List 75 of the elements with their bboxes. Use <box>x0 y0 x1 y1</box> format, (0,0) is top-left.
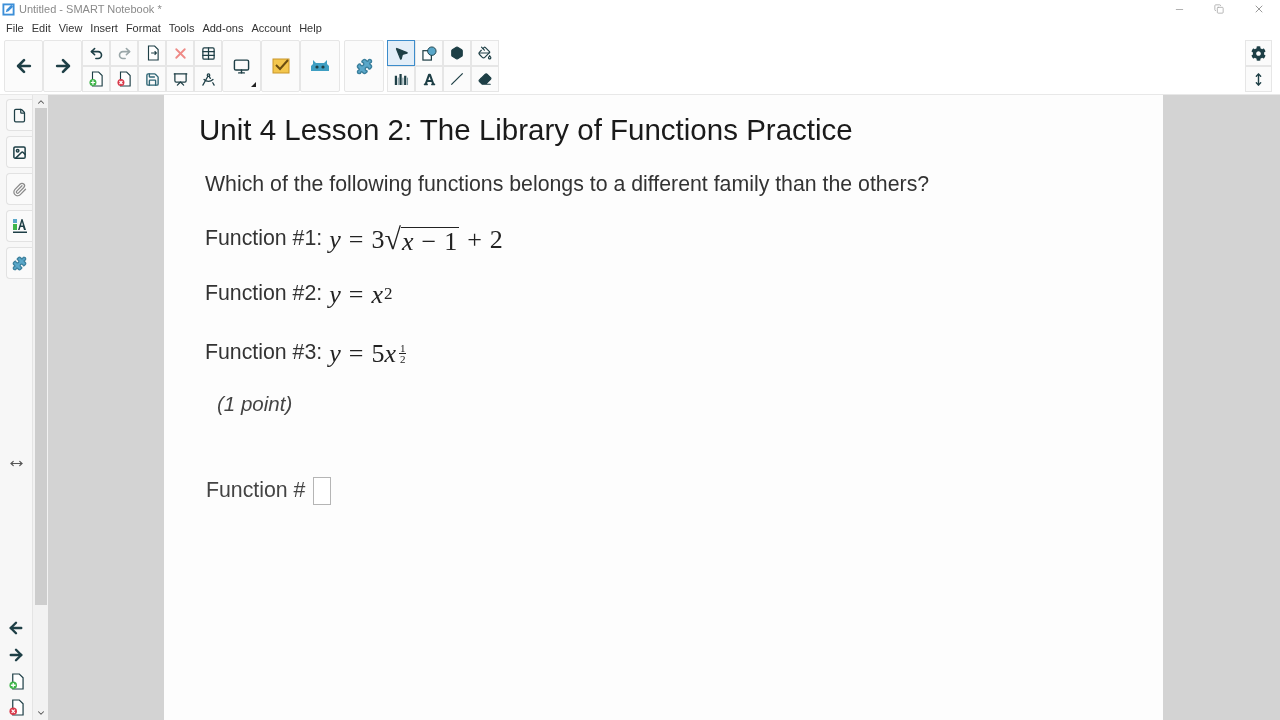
undo-button[interactable] <box>82 40 110 66</box>
page-icon <box>12 107 27 123</box>
table-icon <box>200 45 216 61</box>
restore-icon <box>1213 4 1224 14</box>
save-button[interactable] <box>138 66 166 92</box>
question-text: Which of the following functions belongs to a different family than the others? <box>205 171 930 198</box>
previous-page-icon[interactable] <box>7 619 25 637</box>
insert-page-button[interactable] <box>138 40 166 66</box>
menu-item[interactable]: Tools <box>164 19 199 36</box>
menu-item[interactable]: Insert <box>86 19 122 36</box>
gallery-tab[interactable] <box>6 136 32 168</box>
save-icon <box>144 71 160 87</box>
menu-item[interactable]: Edit <box>27 19 55 36</box>
function-text: Function #2: y = x2 <box>205 278 393 311</box>
settings-button[interactable] <box>1245 40 1272 66</box>
response-button[interactable] <box>261 40 300 92</box>
pens-icon <box>393 72 409 86</box>
properties-tab[interactable] <box>6 210 32 242</box>
redo-icon <box>116 45 132 61</box>
forward-button[interactable] <box>43 40 82 92</box>
dropdown-corner-icon <box>251 82 256 87</box>
settings-icon <box>1251 45 1266 61</box>
checkbox-icon <box>271 58 290 74</box>
hexagon-icon <box>450 46 464 60</box>
menu-item[interactable]: File <box>2 19 28 36</box>
add-ons-button[interactable] <box>344 40 384 92</box>
back-button[interactable] <box>4 40 43 92</box>
paperclip-icon <box>12 181 27 197</box>
puzzle-icon <box>355 57 373 75</box>
pointer-icon <box>393 45 409 61</box>
menu-item[interactable]: Format <box>121 19 165 36</box>
paint-bucket-icon <box>478 46 492 60</box>
add-ons-tab[interactable] <box>6 247 32 279</box>
delete-page-icon <box>117 71 131 87</box>
table-button[interactable] <box>194 40 222 66</box>
compass-icon <box>200 71 216 87</box>
page-sorter-tab[interactable] <box>6 99 32 131</box>
scroll-down-icon[interactable] <box>35 708 46 718</box>
scrollbar-thumb[interactable] <box>34 108 47 605</box>
add-page-button[interactable] <box>82 66 110 92</box>
undo-icon <box>88 45 104 61</box>
delete-page-icon <box>8 699 24 716</box>
font-icon <box>422 72 436 86</box>
menu-item[interactable]: Account <box>247 19 296 36</box>
function-text: Function #1: y = 3√x − 1 + 2 <box>205 221 503 257</box>
page-title: Unit 4 Lesson 2: The Library of Functions Practice <box>199 112 853 148</box>
monster-icon <box>311 59 329 73</box>
toolbar-position-button[interactable] <box>1245 66 1272 92</box>
eraser-icon <box>478 72 492 86</box>
activity-button[interactable] <box>300 40 340 92</box>
image-icon <box>12 144 27 160</box>
points-text: (1 point) <box>217 391 293 417</box>
monitor-icon <box>233 57 250 75</box>
window-title: Untitled - SMART Notebook * <box>19 1 162 17</box>
add-page-icon <box>8 673 24 690</box>
add-page-icon <box>89 71 103 87</box>
menu-item[interactable]: View <box>54 19 87 36</box>
answer-label: Function # <box>206 477 306 505</box>
close-icon <box>1253 3 1265 15</box>
page-arrow-icon <box>145 45 159 61</box>
next-page-icon[interactable] <box>7 646 25 664</box>
attachments-tab[interactable] <box>6 173 32 205</box>
easel-icon <box>172 71 188 87</box>
screen-button[interactable] <box>166 66 194 92</box>
menu-item[interactable]: Help <box>295 19 326 36</box>
scroll-up-icon[interactable] <box>35 97 46 107</box>
tool-button[interactable] <box>387 40 415 66</box>
shapes-icon <box>421 45 437 61</box>
measure-button[interactable] <box>194 66 222 92</box>
line-icon <box>450 72 464 86</box>
camera-button[interactable] <box>222 40 261 92</box>
delete-page-button[interactable] <box>110 66 138 92</box>
menu-item[interactable]: Add-ons <box>198 19 248 36</box>
properties-icon <box>11 218 28 234</box>
puzzle-icon <box>12 255 27 271</box>
